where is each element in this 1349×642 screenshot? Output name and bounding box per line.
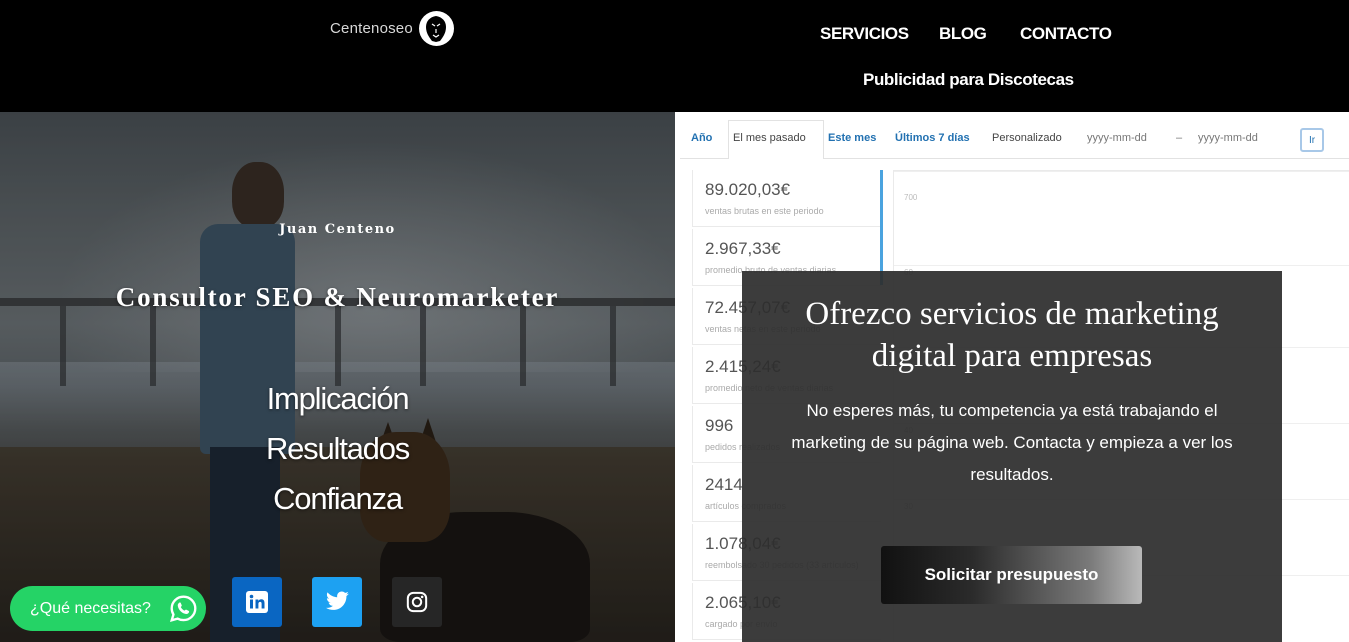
instagram-icon — [406, 591, 428, 613]
main-nav: SERVICIOS BLOG CONTACTO Publicidad para … — [0, 0, 1349, 112]
nav-publicidad-discotecas[interactable]: Publicidad para Discotecas — [863, 70, 1074, 90]
date-to: yyyy-mm-dd — [1198, 132, 1258, 144]
tab-ultimos-7-dias: Últimos 7 días — [895, 132, 970, 144]
card-title-line-1: Ofrezco servicios de marketing — [805, 296, 1219, 332]
date-from: yyyy-mm-dd — [1087, 132, 1147, 144]
hero-value-resultados: Resultados — [265, 431, 410, 466]
tab-este-mes: Este mes — [828, 132, 877, 144]
hero-name: Juan Centeno — [279, 222, 396, 237]
stat-highlight-bar — [880, 170, 883, 285]
dashboard-go-button: Ir — [1300, 128, 1324, 152]
tab-el-mes-pasado: El mes pasado — [733, 132, 806, 144]
stat-label: ventas brutas en este periodo — [705, 206, 824, 216]
date-separator: – — [1176, 132, 1183, 144]
stat-value: 2414 — [705, 475, 743, 494]
services-cta-card: Ofrezco servicios de marketing digital p… — [742, 271, 1282, 642]
chart-tick: 700 — [904, 193, 918, 202]
dashboard-period-tabs: Año El mes pasado Este mes Últimos 7 día… — [680, 120, 1349, 159]
hero-title: Consultor SEO & Neuromarketer — [115, 282, 560, 312]
whatsapp-chat-button[interactable]: ¿Qué necesitas? — [10, 586, 206, 631]
stat-value: 2.967,33€ — [705, 239, 781, 258]
site-header: Centenoseo SERVICIOS BLOG CONTACTO Publi… — [0, 0, 1349, 112]
solicitar-presupuesto-button[interactable]: Solicitar presupuesto — [881, 546, 1142, 604]
nav-blog[interactable]: BLOG — [939, 24, 987, 44]
card-description: No esperes más, tu competencia ya está t… — [791, 401, 1233, 484]
nav-servicios[interactable]: SERVICIOS — [820, 24, 909, 44]
hero-photo-section: Juan Centeno Consultor SEO & Neuromarket… — [0, 112, 675, 642]
linkedin-button[interactable] — [232, 577, 282, 627]
card-title-line-2: digital para empresas — [871, 338, 1153, 374]
hero-value-implicacion: Implicación — [266, 381, 410, 416]
hero-values: Implicación Resultados Confianza — [0, 374, 675, 524]
hero-value-confianza: Confianza — [273, 481, 403, 516]
card-title: Ofrezco servicios de marketing digital p… — [742, 293, 1282, 377]
tab-personalizado: Personalizado — [992, 132, 1062, 144]
whatsapp-icon — [169, 595, 197, 622]
instagram-button[interactable] — [392, 577, 442, 627]
linkedin-icon — [246, 591, 268, 613]
twitter-icon — [326, 591, 349, 610]
stat-value: 89.020,03€ — [705, 180, 791, 199]
nav-contacto[interactable]: CONTACTO — [1020, 24, 1112, 44]
twitter-button[interactable] — [312, 577, 362, 627]
whatsapp-label: ¿Qué necesitas? — [30, 599, 151, 617]
stat-item: 89.020,03€ ventas brutas en este periodo — [692, 170, 881, 227]
stat-value: 996 — [705, 416, 734, 435]
tab-ano: Año — [691, 132, 713, 144]
